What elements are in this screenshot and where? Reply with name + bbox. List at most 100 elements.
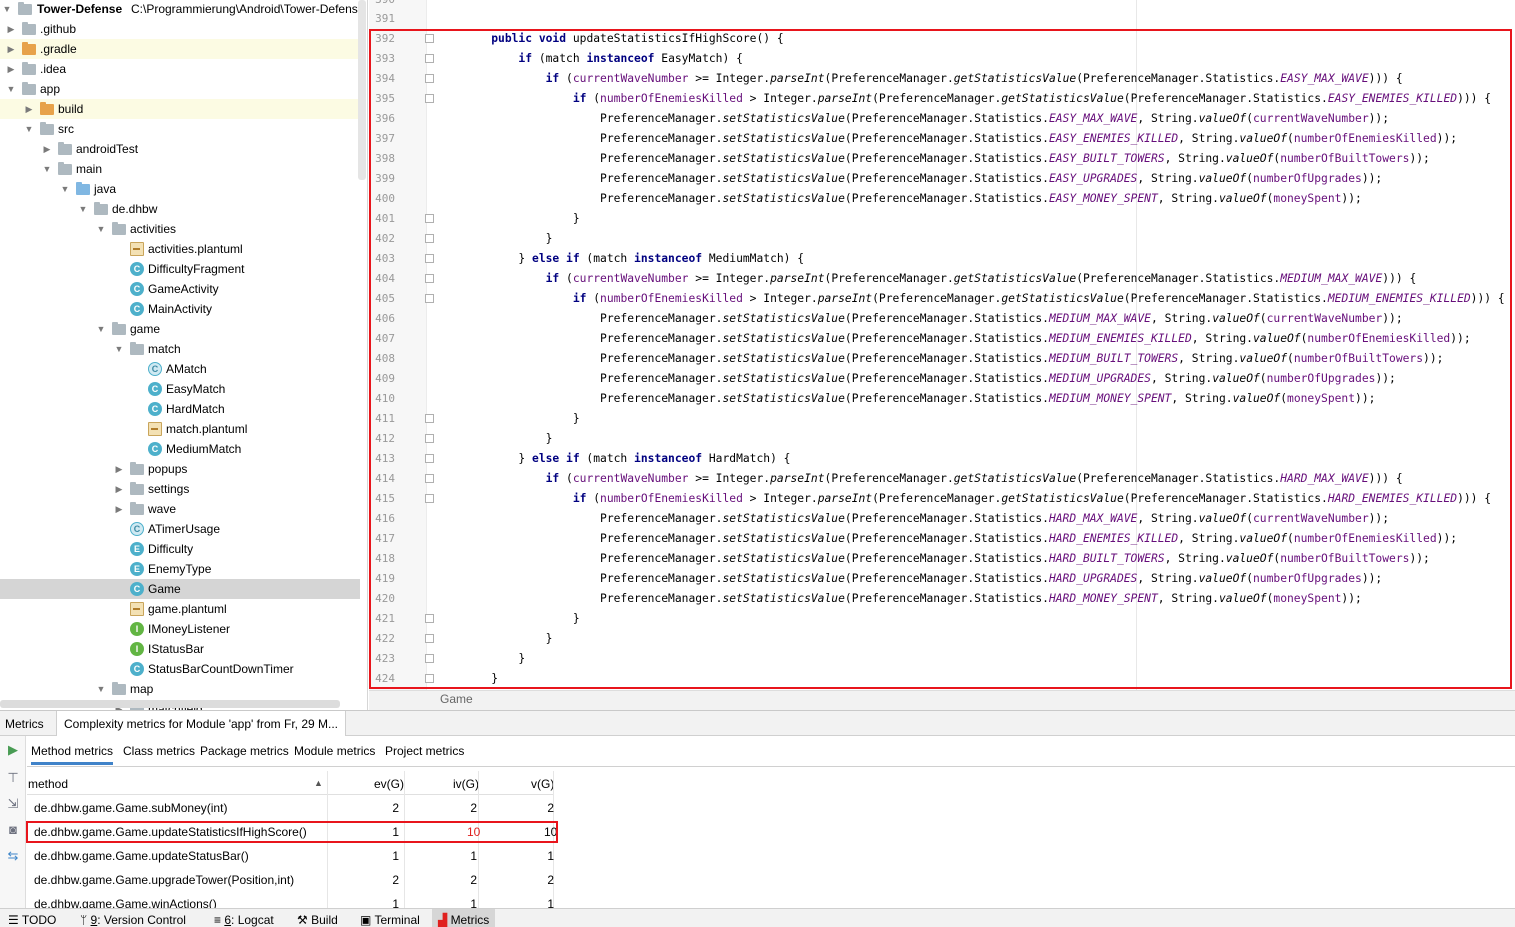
tree-item[interactable]: ▼ map bbox=[0, 679, 360, 699]
expand-arrow-icon[interactable]: ▶ bbox=[24, 99, 34, 119]
tree-vertical-scrollbar[interactable] bbox=[358, 0, 366, 180]
tree-item[interactable]: C EasyMatch bbox=[0, 379, 360, 399]
tree-item[interactable]: C GameActivity bbox=[0, 279, 360, 299]
expand-arrow-icon[interactable]: ▶ bbox=[114, 479, 124, 499]
column-header-iv[interactable]: iv(G) bbox=[453, 777, 479, 791]
package-icon bbox=[112, 682, 126, 695]
expand-arrow-icon[interactable]: ▶ bbox=[6, 39, 16, 59]
package-icon bbox=[130, 462, 144, 475]
metrics-icon: ▟ bbox=[438, 913, 451, 927]
collapse-arrow-icon[interactable]: ▼ bbox=[96, 219, 106, 239]
tree-item-label: IStatusBar bbox=[148, 642, 205, 656]
tree-item[interactable]: ▼ activities bbox=[0, 219, 360, 239]
cell-method: de.dhbw.game.Game.updateStatusBar() bbox=[34, 849, 249, 863]
tree-item[interactable]: C DifficultyFragment bbox=[0, 259, 360, 279]
collapse-arrow-icon[interactable]: ▼ bbox=[78, 199, 88, 219]
tree-item[interactable]: ▶ .github bbox=[0, 19, 360, 39]
editor-breadcrumb[interactable]: Game bbox=[369, 690, 1515, 710]
expand-arrow-icon[interactable]: ▶ bbox=[6, 19, 16, 39]
terminal-tool-button[interactable]: ▣ Terminal bbox=[360, 913, 420, 927]
tree-item[interactable]: ▼ java bbox=[0, 179, 360, 199]
table-row[interactable]: de.dhbw.game.Game.subMoney(int) 2 2 2 bbox=[27, 796, 554, 820]
cell-v: 2 bbox=[547, 801, 554, 815]
interface-icon: I bbox=[130, 642, 144, 656]
tree-item[interactable]: E EnemyType bbox=[0, 559, 360, 579]
tree-item[interactable]: C StatusBarCountDownTimer bbox=[0, 659, 360, 679]
collapse-arrow-icon[interactable]: ▼ bbox=[6, 79, 16, 99]
metrics-tool-button[interactable]: ▟ Metrics bbox=[432, 909, 496, 927]
tree-item-label: .gradle bbox=[40, 42, 77, 56]
tree-item[interactable]: ▼ app bbox=[0, 79, 360, 99]
tree-item[interactable]: C HardMatch bbox=[0, 399, 360, 419]
version-control-tool-button[interactable]: ᛘ 9: Version Control bbox=[80, 913, 186, 927]
snapshot-icon[interactable]: ◙ bbox=[5, 822, 21, 838]
tree-item[interactable]: C MediumMatch bbox=[0, 439, 360, 459]
tree-horizontal-scrollbar[interactable] bbox=[0, 700, 340, 708]
tree-item[interactable]: match.plantuml bbox=[0, 419, 360, 439]
logcat-tool-button[interactable]: ≡ 6: Logcat bbox=[214, 913, 274, 927]
tree-item[interactable]: ▶ wave bbox=[0, 499, 360, 519]
collapse-arrow-icon[interactable]: ▼ bbox=[24, 119, 34, 139]
tree-item[interactable]: E Difficulty bbox=[0, 539, 360, 559]
tree-item[interactable]: I IMoneyListener bbox=[0, 619, 360, 639]
tab-method-metrics[interactable]: Method metrics bbox=[31, 744, 114, 765]
metrics-result-tab-label: Complexity metrics for Module 'app' from… bbox=[64, 717, 338, 731]
run-icon[interactable]: ▶ bbox=[5, 742, 21, 758]
tab-class-metrics[interactable]: Class metrics bbox=[123, 744, 195, 758]
code-editor[interactable]: 390 391 392 public void updateStatistics… bbox=[369, 0, 1515, 710]
tree-item[interactable]: I IStatusBar bbox=[0, 639, 360, 659]
tree-item[interactable]: C MainActivity bbox=[0, 299, 360, 319]
expand-arrow-icon[interactable]: ▼ bbox=[2, 0, 12, 19]
collapse-arrow-icon[interactable]: ▼ bbox=[42, 159, 52, 179]
todo-tool-button[interactable]: ☰ TODO bbox=[8, 913, 56, 927]
tab-package-metrics[interactable]: Package metrics bbox=[200, 744, 289, 758]
expand-arrow-icon[interactable]: ▶ bbox=[114, 499, 124, 519]
tree-item[interactable]: ▼ main bbox=[0, 159, 360, 179]
tree-item[interactable]: ▶ settings bbox=[0, 479, 360, 499]
collapse-arrow-icon[interactable]: ▼ bbox=[60, 179, 70, 199]
tree-item[interactable]: C Game bbox=[0, 579, 360, 599]
tree-item[interactable]: ▶ androidTest bbox=[0, 139, 360, 159]
table-row[interactable]: de.dhbw.game.Game.upgradeTower(Position,… bbox=[27, 868, 554, 892]
table-row[interactable]: de.dhbw.game.Game.updateStatusBar() 1 1 1 bbox=[27, 844, 554, 868]
column-header-method[interactable]: method bbox=[28, 777, 68, 791]
tree-item[interactable]: ▼ game bbox=[0, 319, 360, 339]
tree-item[interactable]: activities.plantuml bbox=[0, 239, 360, 259]
expand-arrow-icon[interactable]: ▶ bbox=[114, 459, 124, 479]
expand-arrow-icon[interactable]: ▶ bbox=[42, 139, 52, 159]
export-icon[interactable]: ⇲ bbox=[5, 796, 21, 812]
tree-item[interactable]: game.plantuml bbox=[0, 599, 360, 619]
tree-item[interactable]: ▶ popups bbox=[0, 459, 360, 479]
class-icon: C bbox=[130, 262, 144, 276]
abstract-class-icon: C bbox=[130, 522, 144, 536]
tree-item-label: Difficulty bbox=[148, 542, 194, 556]
tree-item[interactable]: C ATimerUsage bbox=[0, 519, 360, 539]
breadcrumb-class[interactable]: Game bbox=[440, 692, 473, 706]
metrics-panel-title: Metrics bbox=[5, 717, 44, 731]
project-root[interactable]: ▼ Tower-Defense C:\Programmierung\Androi… bbox=[0, 0, 364, 19]
tree-item[interactable]: ▶ .gradle bbox=[0, 39, 360, 59]
tree-item[interactable]: ▼ de.dhbw bbox=[0, 199, 360, 219]
todo-icon: ☰ bbox=[8, 913, 22, 927]
tree-item[interactable]: ▼ src bbox=[0, 119, 360, 139]
tree-item-label: match bbox=[148, 342, 181, 356]
tree-item[interactable]: ▶ .idea bbox=[0, 59, 360, 79]
tree-item-label: src bbox=[58, 122, 74, 136]
compare-icon[interactable]: ⇆ bbox=[5, 848, 21, 864]
collapse-arrow-icon[interactable]: ▼ bbox=[96, 319, 106, 339]
cell-iv: 1 bbox=[470, 849, 477, 863]
expand-arrow-icon[interactable]: ▶ bbox=[6, 59, 16, 79]
tree-item[interactable]: C AMatch bbox=[0, 359, 360, 379]
build-tool-button[interactable]: ⚒ Build bbox=[297, 913, 338, 927]
tree-item[interactable]: ▶ build bbox=[0, 99, 360, 119]
tree-item[interactable]: ▼ match bbox=[0, 339, 360, 359]
column-header-ev[interactable]: ev(G) bbox=[374, 777, 404, 791]
column-header-v[interactable]: v(G) bbox=[531, 777, 554, 791]
tab-module-metrics[interactable]: Module metrics bbox=[294, 744, 375, 758]
filter-icon[interactable]: ⊤ bbox=[5, 770, 21, 786]
collapse-arrow-icon[interactable]: ▼ bbox=[114, 339, 124, 359]
sort-ascending-icon[interactable]: ▲ bbox=[314, 778, 323, 788]
metrics-result-tab[interactable]: Complexity metrics for Module 'app' from… bbox=[56, 711, 346, 736]
collapse-arrow-icon[interactable]: ▼ bbox=[96, 679, 106, 699]
tab-project-metrics[interactable]: Project metrics bbox=[385, 744, 464, 758]
